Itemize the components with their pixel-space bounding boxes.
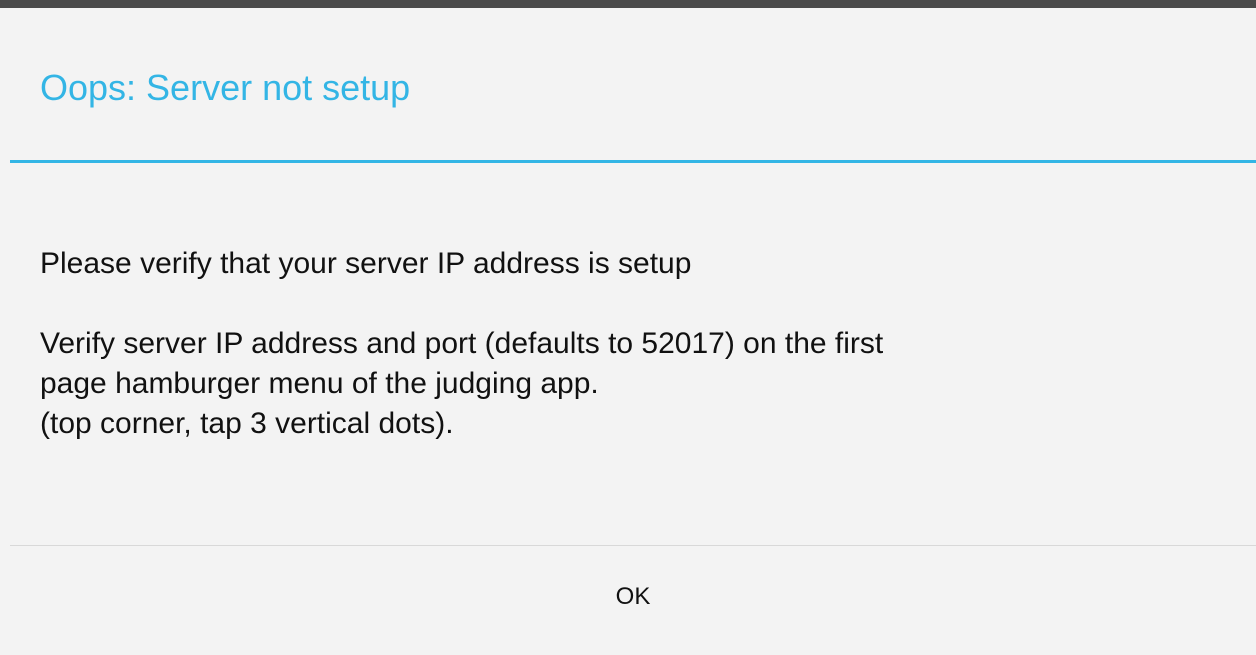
message-line-instructions-3: (top corner, tap 3 vertical dots). [40,407,454,440]
message-line-instructions-1: Verify server IP address and port (defau… [40,327,884,360]
dialog-message: Please verify that your server IP addres… [40,244,1240,444]
message-line-verify: Please verify that your server IP addres… [40,247,692,280]
message-paragraph-instructions: Verify server IP address and port (defau… [40,324,1240,444]
ok-button[interactable]: OK [10,538,1256,655]
status-bar [0,0,1256,8]
title-divider [10,160,1256,163]
alert-dialog: Oops: Server not setup Please verify tha… [0,8,1256,655]
message-line-instructions-2: page hamburger menu of the judging app. [40,367,599,400]
dialog-title: Oops: Server not setup [40,67,411,108]
